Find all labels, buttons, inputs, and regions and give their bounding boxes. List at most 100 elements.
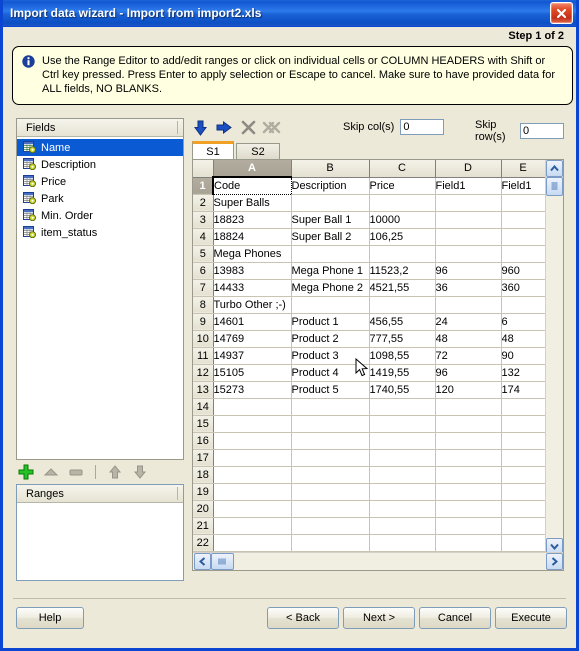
row-header[interactable]: 3 (193, 211, 214, 229)
column-header-a[interactable]: A (213, 160, 292, 178)
sheet-cell[interactable] (291, 449, 370, 467)
sheet-cell[interactable] (213, 466, 292, 484)
sheet-cell[interactable] (369, 500, 436, 518)
cancel-button[interactable]: Cancel (419, 607, 491, 629)
field-item-park[interactable]: Park (17, 190, 183, 207)
row-header[interactable]: 18 (193, 466, 214, 484)
row-header[interactable]: 19 (193, 483, 214, 501)
sheet-cell[interactable] (291, 245, 370, 263)
sheet-cell[interactable]: 15273 (213, 381, 292, 399)
sheet-cell[interactable] (501, 398, 546, 416)
sheet-cell[interactable]: Super Ball 2 (291, 228, 370, 246)
row-header[interactable]: 16 (193, 432, 214, 450)
skip-rows-input[interactable] (520, 123, 564, 139)
triangle-up-icon[interactable] (43, 464, 59, 480)
row-header[interactable]: 15 (193, 415, 214, 433)
row-header[interactable]: 5 (193, 245, 214, 263)
row-header[interactable]: 10 (193, 330, 214, 348)
sheet-cell[interactable] (501, 432, 546, 450)
row-header[interactable]: 7 (193, 279, 214, 297)
sheet-cell[interactable] (435, 432, 502, 450)
sheet-cell[interactable]: Product 1 (291, 313, 370, 331)
spreadsheet[interactable]: A B C D E 1 Code Description Price Field1 Fie… (192, 159, 564, 571)
sheet-cell[interactable] (369, 415, 436, 433)
sheet-cell[interactable]: Product 5 (291, 381, 370, 399)
double-x-mark-icon[interactable] (262, 119, 281, 136)
horizontal-scrollbar[interactable] (193, 552, 563, 570)
sheet-cell[interactable] (435, 483, 502, 501)
sheet-cell[interactable]: 4521,55 (369, 279, 436, 297)
row-header[interactable]: 4 (193, 228, 214, 246)
arrow-down-icon[interactable] (132, 464, 148, 480)
sheet-cell[interactable]: 13983 (213, 262, 292, 280)
sheet-cell[interactable] (291, 483, 370, 501)
scroll-thumb-horizontal[interactable] (211, 553, 234, 570)
sheet-cell[interactable]: Turbo Other ;-) (213, 296, 292, 314)
select-all-corner[interactable] (193, 160, 214, 178)
sheet-cell[interactable] (369, 432, 436, 450)
column-header-e[interactable]: E (501, 160, 546, 178)
sheet-cell[interactable]: 14433 (213, 279, 292, 297)
x-mark-icon[interactable] (240, 119, 257, 136)
back-button[interactable]: < Back (267, 607, 339, 629)
sheet-cell[interactable] (213, 500, 292, 518)
sheet-cell[interactable] (291, 432, 370, 450)
sheet-cell[interactable] (435, 194, 502, 212)
field-item-min-order[interactable]: Min. Order (17, 207, 183, 224)
row-header[interactable]: 22 (193, 534, 214, 552)
row-header[interactable]: 11 (193, 347, 214, 365)
sheet-cell[interactable]: 11523,2 (369, 262, 436, 280)
sheet-cell[interactable] (501, 194, 546, 212)
arrow-right-blue-icon[interactable] (215, 119, 232, 136)
sheet-cell[interactable]: Super Balls (213, 194, 292, 212)
sheet-cell[interactable] (501, 211, 546, 229)
help-button[interactable]: Help (16, 607, 84, 629)
tab-s1[interactable]: S1 (192, 141, 234, 159)
sheet-cell[interactable] (213, 398, 292, 416)
row-header[interactable]: 1 (193, 177, 214, 195)
sheet-cell[interactable]: 1740,55 (369, 381, 436, 399)
sheet-cell[interactable] (501, 449, 546, 467)
sheet-cell[interactable]: Field1 (435, 177, 502, 195)
field-item-description[interactable]: Description (17, 156, 183, 173)
sheet-cell[interactable]: 960 (501, 262, 546, 280)
sheet-cell[interactable] (501, 296, 546, 314)
sheet-cell[interactable] (213, 534, 292, 552)
sheet-cell[interactable] (435, 534, 502, 552)
sheet-cell[interactable]: Description (291, 177, 370, 195)
sheet-cell[interactable] (291, 517, 370, 535)
sheet-cell[interactable] (213, 483, 292, 501)
column-header-c[interactable]: C (369, 160, 436, 178)
column-header-d[interactable]: D (435, 160, 502, 178)
tab-s2[interactable]: S2 (236, 143, 280, 159)
sheet-cell[interactable]: 14601 (213, 313, 292, 331)
sheet-cell[interactable] (291, 398, 370, 416)
vertical-scrollbar[interactable] (545, 160, 563, 555)
sheet-cell[interactable] (435, 466, 502, 484)
sheet-cell[interactable] (369, 517, 436, 535)
sheet-cell[interactable] (435, 500, 502, 518)
sheet-cell[interactable] (501, 500, 546, 518)
sheet-cell[interactable]: 48 (501, 330, 546, 348)
minus-icon[interactable] (68, 464, 84, 480)
sheet-cell[interactable] (501, 483, 546, 501)
sheet-cell[interactable] (435, 211, 502, 229)
arrow-up-icon[interactable] (107, 464, 123, 480)
sheet-cell[interactable]: 15105 (213, 364, 292, 382)
sheet-cell[interactable] (369, 194, 436, 212)
sheet-cell[interactable] (369, 245, 436, 263)
sheet-cell[interactable]: 18824 (213, 228, 292, 246)
sheet-cell[interactable] (501, 415, 546, 433)
sheet-cell[interactable] (369, 534, 436, 552)
scroll-right-button[interactable] (546, 553, 563, 570)
sheet-cell[interactable] (435, 517, 502, 535)
column-header-b[interactable]: B (291, 160, 370, 178)
row-header[interactable]: 20 (193, 500, 214, 518)
sheet-cell[interactable] (291, 296, 370, 314)
sheet-cell[interactable] (435, 449, 502, 467)
sheet-cell[interactable]: 96 (435, 364, 502, 382)
sheet-cell[interactable]: Product 2 (291, 330, 370, 348)
execute-button[interactable]: Execute (495, 607, 567, 629)
sheet-cell[interactable]: Mega Phones (213, 245, 292, 263)
field-item-price[interactable]: Price (17, 173, 183, 190)
